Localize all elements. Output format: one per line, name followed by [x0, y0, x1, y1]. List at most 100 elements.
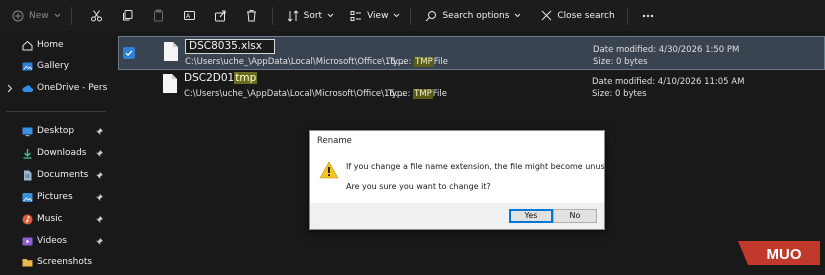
share-icon: [214, 10, 226, 22]
file-path: C:\Users\uche_\AppData\Local\Microsoft\O…: [184, 89, 406, 99]
dialog-question: Are you sure you want to change it?: [346, 182, 491, 191]
new-button[interactable]: New: [6, 4, 67, 28]
file-type: Type: TMPFile: [389, 57, 448, 67]
file-icon: [163, 74, 177, 93]
view-button[interactable]: View: [344, 4, 406, 28]
pin-icon[interactable]: [95, 171, 104, 180]
file-type: Type: TMPFile: [388, 89, 447, 99]
sidebar-item-label: OneDrive - Personal: [37, 83, 107, 93]
warning-icon: [319, 161, 339, 179]
sidebar-item-label: Home: [37, 40, 64, 50]
chevron-right-icon: [7, 84, 13, 93]
search-icon: [426, 10, 437, 21]
more-options-button[interactable]: [636, 4, 660, 28]
copy-button[interactable]: [115, 4, 140, 28]
pin-icon[interactable]: [95, 127, 104, 136]
sidebar-item-music[interactable]: Music: [0, 209, 112, 231]
dialog-titlebar[interactable]: Rename: [310, 131, 604, 151]
no-button[interactable]: No: [553, 209, 597, 223]
file-size: Size: 0 bytes: [593, 57, 648, 67]
sidebar-item-onedrive[interactable]: OneDrive - Personal: [0, 78, 112, 100]
file-row[interactable]: DSC8035.xlsx C:\Users\uche_\AppData\Loca…: [118, 36, 825, 70]
type-suffix: File: [433, 57, 448, 67]
toolbar-divider: [410, 6, 412, 25]
sort-button[interactable]: Sort: [281, 4, 340, 28]
logo-text: MUO: [767, 246, 802, 263]
clipboard-icon: [153, 9, 163, 22]
sidebar-item-screenshots[interactable]: Screenshots: [0, 252, 112, 274]
cut-button[interactable]: [84, 4, 109, 28]
pin-icon[interactable]: [95, 237, 104, 246]
view-label: View: [367, 10, 389, 21]
videos-icon: [22, 237, 33, 246]
navigation-pane: Home Gallery OneDrive - Personal Desktop…: [0, 31, 112, 275]
dialog-body: If you change a file name extension, the…: [310, 151, 624, 203]
muo-logo: MUO: [738, 241, 820, 265]
type-highlight: TMP: [413, 89, 433, 99]
sidebar-item-downloads[interactable]: Downloads: [0, 143, 112, 165]
close-search-button[interactable]: Close search: [535, 4, 620, 28]
sidebar-item-gallery[interactable]: Gallery: [0, 56, 112, 78]
sort-label: Sort: [303, 10, 323, 21]
share-button[interactable]: [208, 4, 233, 28]
close-search-label: Close search: [557, 10, 615, 21]
command-bar: New A Sort View Search options Close sea…: [0, 0, 825, 31]
sidebar-item-documents[interactable]: Documents: [0, 165, 112, 187]
pin-icon[interactable]: [95, 193, 104, 202]
selection-checkbox[interactable]: [123, 47, 135, 59]
file-name-highlight: tmp: [234, 72, 258, 84]
pin-icon[interactable]: [95, 149, 104, 158]
type-label: Type:: [389, 57, 412, 67]
chevron-down-icon: [327, 13, 334, 18]
rename-dialog: Rename If you change a file name extensi…: [309, 130, 624, 230]
view-list-icon: [350, 10, 362, 21]
desktop-icon: [22, 127, 33, 137]
pin-icon[interactable]: [95, 215, 104, 224]
type-highlight: TMP: [414, 57, 434, 67]
rename-button[interactable]: A: [177, 4, 202, 28]
pictures-icon: [22, 193, 33, 202]
music-icon: [22, 214, 33, 225]
yes-button[interactable]: Yes: [509, 209, 553, 223]
paste-button[interactable]: [146, 4, 171, 28]
sidebar-item-desktop[interactable]: Desktop: [0, 121, 112, 143]
new-label: New: [29, 10, 49, 21]
file-name-prefix: DSC2D01: [184, 72, 235, 84]
download-icon: [23, 149, 32, 159]
type-label: Type:: [388, 89, 411, 99]
file-icon: [164, 42, 178, 61]
dialog-message: If you change a file name extension, the…: [346, 162, 625, 171]
documents-icon: [24, 170, 32, 181]
rename-icon: A: [183, 11, 195, 20]
delete-button[interactable]: [239, 4, 264, 28]
trash-icon: [246, 10, 256, 22]
search-options-button[interactable]: Search options: [419, 4, 527, 28]
rename-input[interactable]: DSC8035.xlsx: [185, 39, 275, 54]
sidebar-item-home[interactable]: Home: [0, 35, 112, 57]
date-modified: Date modified: 4/30/2026 1:50 PM: [593, 45, 740, 55]
sidebar-item-videos[interactable]: Videos: [0, 231, 112, 253]
copy-icon: [122, 10, 133, 21]
file-row[interactable]: DSC2D01tmp C:\Users\uche_\AppData\Local\…: [118, 69, 825, 103]
sidebar-divider: [6, 111, 106, 112]
date-modified: Date modified: 4/10/2026 11:05 AM: [592, 77, 745, 87]
checkmark-icon: [125, 50, 133, 57]
file-size: Size: 0 bytes: [592, 89, 647, 99]
add-icon: [12, 10, 24, 21]
dialog-title: Rename: [317, 136, 352, 146]
toolbar-divider: [626, 6, 628, 25]
sidebar-item-label: Gallery: [37, 61, 70, 71]
chevron-down-icon: [54, 13, 60, 18]
gallery-icon: [22, 62, 33, 71]
cloud-icon: [22, 85, 33, 92]
sidebar-item-pictures[interactable]: Pictures: [0, 187, 112, 209]
close-icon: [542, 10, 552, 21]
type-suffix: File: [432, 89, 447, 99]
more-icon: [642, 14, 653, 17]
sidebar-item-label: Screenshots: [37, 257, 93, 267]
toolbar-divider: [70, 6, 72, 25]
scissors-icon: [90, 10, 102, 22]
chevron-down-icon: [515, 13, 521, 18]
file-name: DSC2D01tmp: [184, 72, 258, 84]
file-path: C:\Users\uche_\AppData\Local\Microsoft\O…: [185, 57, 407, 67]
